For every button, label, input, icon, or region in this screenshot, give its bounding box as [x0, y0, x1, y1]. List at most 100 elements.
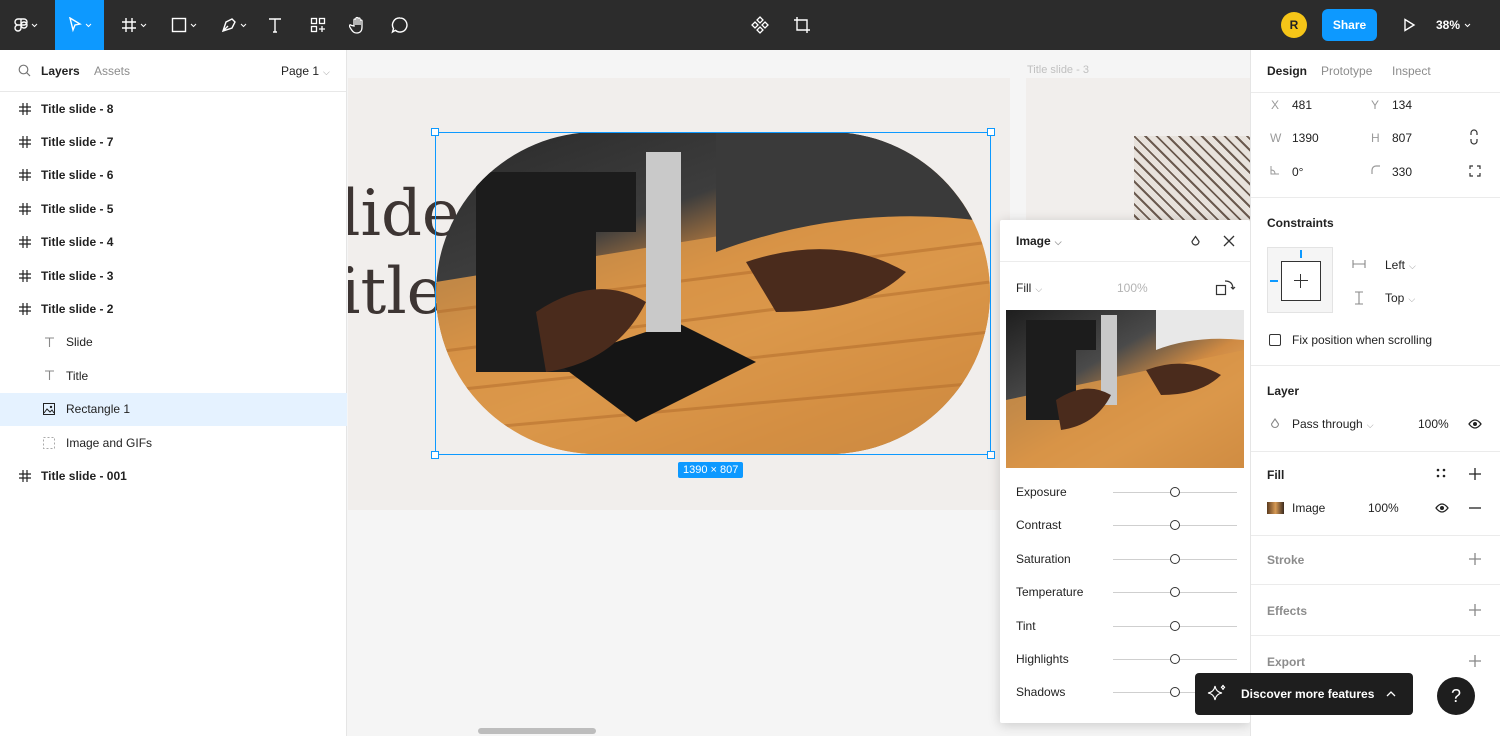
styles-icon[interactable]: [1436, 468, 1446, 478]
main-menu-button[interactable]: [4, 0, 48, 50]
play-icon: [1404, 18, 1416, 32]
slider-knob[interactable]: [1170, 587, 1180, 598]
resize-handle-bottom-left[interactable]: [431, 451, 439, 459]
independent-corners-icon[interactable]: [1469, 165, 1481, 177]
constraint-center-h[interactable]: [1294, 280, 1308, 281]
constraint-left-line[interactable]: [1270, 280, 1278, 282]
layers-panel: Layers Assets Page 1 ⌵ Title slide - 8 Tit…: [0, 50, 347, 736]
tab-assets[interactable]: Assets: [94, 64, 130, 78]
slider-knob[interactable]: [1170, 520, 1180, 531]
chevron-down-icon: [190, 23, 197, 27]
rotation-field[interactable]: 0°: [1292, 165, 1303, 179]
vertical-constraint-select[interactable]: Top ⌵: [1385, 291, 1415, 305]
layer-row[interactable]: Image and GIFs: [0, 426, 347, 459]
tab-design[interactable]: Design: [1267, 64, 1307, 78]
corner-radius-icon: [1371, 165, 1380, 174]
x-field[interactable]: 481: [1292, 98, 1312, 112]
eye-icon[interactable]: [1468, 419, 1482, 429]
frame-tool-button[interactable]: [112, 0, 156, 50]
drop-icon[interactable]: [1190, 235, 1201, 247]
constraint-center-v[interactable]: [1300, 274, 1301, 288]
chevron-down-icon: [1464, 23, 1471, 27]
horizontal-constraint-select[interactable]: Left ⌵: [1385, 258, 1416, 272]
y-field[interactable]: 134: [1392, 98, 1412, 112]
slider-knob[interactable]: [1170, 654, 1180, 664]
constraint-top-line[interactable]: [1300, 250, 1302, 258]
add-stroke-icon[interactable]: [1469, 553, 1481, 565]
layer-row[interactable]: Title slide - 4: [0, 226, 347, 259]
popover-title[interactable]: Image ⌵: [1016, 234, 1062, 248]
zoom-menu[interactable]: 38%: [1436, 0, 1471, 50]
width-field[interactable]: 1390: [1292, 131, 1319, 145]
y-label: Y: [1371, 98, 1380, 112]
comment-tool-button[interactable]: [386, 0, 414, 50]
slider-knob[interactable]: [1170, 553, 1180, 564]
tab-inspect[interactable]: Inspect: [1392, 64, 1431, 78]
layer-row[interactable]: Title: [0, 359, 347, 392]
fill-opacity-field[interactable]: 100%: [1368, 501, 1399, 515]
horizontal-scrollbar[interactable]: [478, 728, 596, 734]
eye-icon[interactable]: [1435, 503, 1449, 513]
constraint-widget[interactable]: [1267, 247, 1333, 313]
frame-label[interactable]: Title slide - 3: [1027, 64, 1089, 76]
help-button[interactable]: ?: [1437, 677, 1475, 715]
add-effect-icon[interactable]: [1469, 604, 1481, 616]
resize-handle-top-left[interactable]: [431, 128, 439, 136]
layer-row[interactable]: Rectangle 1: [0, 392, 347, 426]
layer-row[interactable]: Title slide - 2: [0, 292, 347, 325]
x-label: X: [1271, 98, 1280, 112]
layer-row[interactable]: Title slide - 8: [0, 92, 347, 125]
crop-button[interactable]: [788, 0, 816, 50]
slider-knob[interactable]: [1170, 487, 1180, 497]
fill-type[interactable]: Image: [1292, 501, 1325, 515]
layer-row[interactable]: Slide: [0, 326, 347, 359]
title-text[interactable]: itle: [348, 260, 445, 324]
chevron-down-icon: ⌵: [1366, 420, 1374, 430]
selection-box[interactable]: [435, 132, 991, 455]
shape-tool-button[interactable]: [162, 0, 206, 50]
text-tool-button[interactable]: [262, 0, 288, 50]
hand-tool-button[interactable]: [344, 0, 372, 50]
divider: [1251, 92, 1500, 93]
add-fill-icon[interactable]: [1469, 468, 1481, 480]
fix-position-checkbox[interactable]: [1269, 334, 1281, 346]
pen-tool-button[interactable]: [212, 0, 256, 50]
layer-label: Title slide - 3: [41, 268, 114, 283]
blend-mode-select[interactable]: Pass through ⌵: [1292, 417, 1374, 431]
layer-row[interactable]: Title slide - 3: [0, 259, 347, 292]
chevron-up-icon[interactable]: [1386, 691, 1396, 697]
layer-row[interactable]: Title slide - 6: [0, 159, 347, 192]
add-export-icon[interactable]: [1469, 655, 1481, 667]
image-preview[interactable]: [1006, 310, 1244, 468]
close-icon[interactable]: [1223, 235, 1235, 247]
layer-opacity-field[interactable]: 100%: [1418, 417, 1449, 431]
avatar[interactable]: R: [1281, 12, 1307, 38]
resize-handle-bottom-right[interactable]: [987, 451, 995, 459]
search-icon[interactable]: [18, 64, 31, 77]
tab-layers[interactable]: Layers: [41, 64, 80, 78]
rotate-image-icon[interactable]: [1215, 278, 1237, 298]
share-button[interactable]: Share: [1322, 9, 1377, 41]
component-button[interactable]: [746, 0, 774, 50]
corner-radius-field[interactable]: 330: [1392, 165, 1412, 179]
tab-prototype[interactable]: Prototype: [1321, 64, 1372, 78]
popover-title-label: Image: [1016, 234, 1051, 248]
height-field[interactable]: 807: [1392, 131, 1412, 145]
remove-fill-icon[interactable]: [1469, 507, 1481, 509]
move-tool-button[interactable]: [55, 0, 104, 50]
image-fill-swatch[interactable]: [1267, 502, 1284, 514]
layer-row[interactable]: Title slide - 001: [0, 459, 347, 492]
rotation-icon: [1270, 166, 1279, 175]
layer-row[interactable]: Title slide - 5: [0, 192, 347, 225]
fill-opacity[interactable]: 100%: [1117, 281, 1148, 295]
present-button[interactable]: [1396, 0, 1422, 50]
constrain-proportions-icon[interactable]: [1469, 129, 1479, 145]
page-selector[interactable]: Page 1 ⌵: [281, 64, 330, 78]
layer-row[interactable]: Title slide - 7: [0, 125, 347, 158]
slider-knob[interactable]: [1170, 620, 1180, 631]
discover-features-toast[interactable]: Discover more features: [1195, 673, 1413, 715]
slider-knob[interactable]: [1170, 687, 1180, 698]
resources-button[interactable]: [304, 0, 332, 50]
resize-handle-top-right[interactable]: [987, 128, 995, 136]
fill-mode-select[interactable]: Fill ⌵: [1016, 281, 1042, 295]
